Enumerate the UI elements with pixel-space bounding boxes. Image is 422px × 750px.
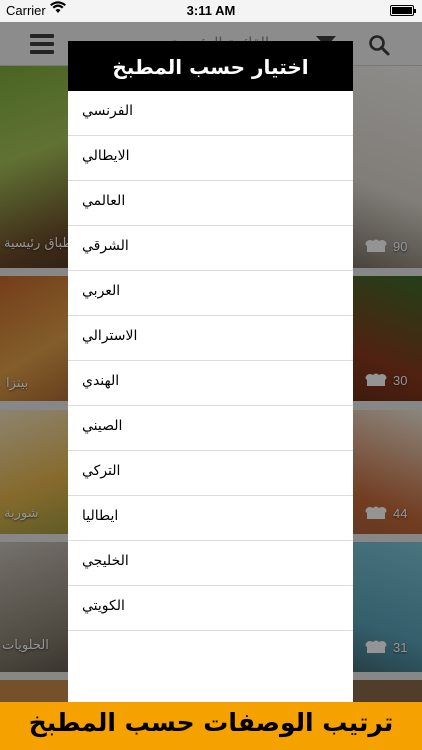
option-label: الصيني: [82, 418, 123, 434]
battery-icon: [390, 5, 416, 16]
cuisine-option-chinese[interactable]: الصيني: [68, 406, 353, 451]
option-label: الفرنسي: [82, 103, 134, 119]
cuisine-picker-modal: اختيار حسب المطبخ الفرنسي الايطالي العال…: [68, 41, 353, 702]
cuisine-option-international[interactable]: العالمي: [68, 181, 353, 226]
cuisine-option-gulf[interactable]: الخليجي: [68, 541, 353, 586]
cuisine-option-kuwaiti[interactable]: الكويتي: [68, 586, 353, 631]
clock: 3:11 AM: [186, 3, 236, 18]
option-label: الكويتي: [82, 598, 125, 614]
option-label: الخليجي: [82, 553, 129, 569]
option-label: ايطاليا: [82, 508, 119, 524]
cuisine-option-indian[interactable]: الهندي: [68, 361, 353, 406]
option-label: الاسترالي: [82, 328, 138, 344]
status-bar: Carrier 3:11 AM: [0, 0, 422, 22]
cuisine-option-australian[interactable]: الاسترالي: [68, 316, 353, 361]
banner-text: ترتيب الوصفات حسب المطبخ: [28, 708, 394, 737]
cuisine-option-arabic[interactable]: العربي: [68, 271, 353, 316]
option-label: العربي: [82, 283, 121, 299]
option-label: الايطالي: [82, 148, 130, 164]
promo-banner: ترتيب الوصفات حسب المطبخ: [0, 702, 422, 750]
option-label: العالمي: [82, 193, 126, 209]
cuisine-option-turkish[interactable]: التركي: [68, 451, 353, 496]
cuisine-option-italy[interactable]: ايطاليا: [68, 496, 353, 541]
option-label: الهندي: [82, 373, 120, 389]
cuisine-option-italian[interactable]: الايطالي: [68, 136, 353, 181]
option-label: الشرقي: [82, 238, 129, 254]
cuisine-option-french[interactable]: الفرنسي: [68, 91, 353, 136]
cuisine-option-eastern[interactable]: الشرقي: [68, 226, 353, 271]
modal-title: اختيار حسب المطبخ: [68, 41, 353, 91]
option-label: التركي: [82, 463, 121, 479]
